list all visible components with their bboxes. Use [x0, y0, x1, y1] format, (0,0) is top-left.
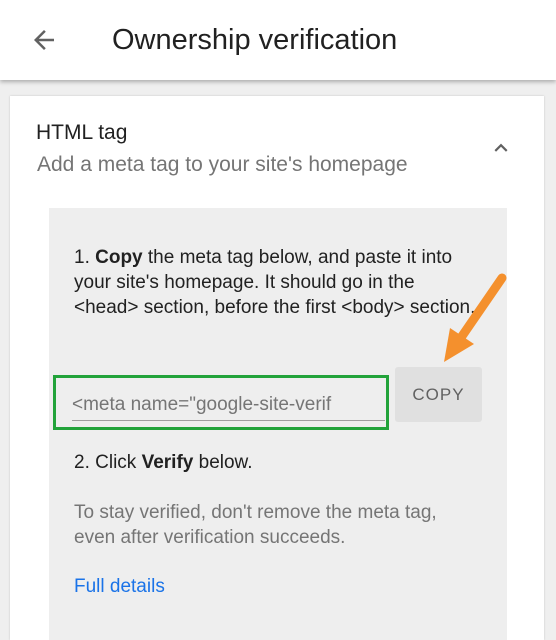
app-bar: Ownership verification — [0, 0, 556, 80]
method-title: HTML tag — [36, 121, 128, 144]
method-subtitle: Add a meta tag to your site's homepage — [37, 153, 408, 176]
step-1-instructions: 1. Copy the meta tag below, and paste it… — [74, 245, 484, 320]
page-title: Ownership verification — [112, 24, 398, 56]
verification-note: To stay verified, don't remove the meta … — [74, 502, 437, 548]
chevron-up-icon — [494, 143, 508, 152]
meta-tag-field-highlight[interactable] — [53, 375, 389, 430]
step-2-instructions: 2. Click Verify below. — [74, 450, 253, 475]
collapse-button[interactable] — [484, 134, 518, 162]
full-details-link[interactable]: Full details — [74, 574, 165, 599]
step-2-prefix: 2. Click — [74, 452, 142, 473]
arrow-back-icon — [34, 30, 54, 50]
back-button[interactable] — [22, 20, 66, 60]
step-1-bold: Copy — [95, 247, 143, 268]
step-2-text: below. — [193, 452, 253, 473]
meta-tag-input[interactable] — [72, 390, 385, 421]
step-1-prefix: 1. — [74, 247, 96, 268]
copy-button[interactable]: COPY — [395, 367, 482, 422]
step-2-bold: Verify — [141, 452, 194, 473]
